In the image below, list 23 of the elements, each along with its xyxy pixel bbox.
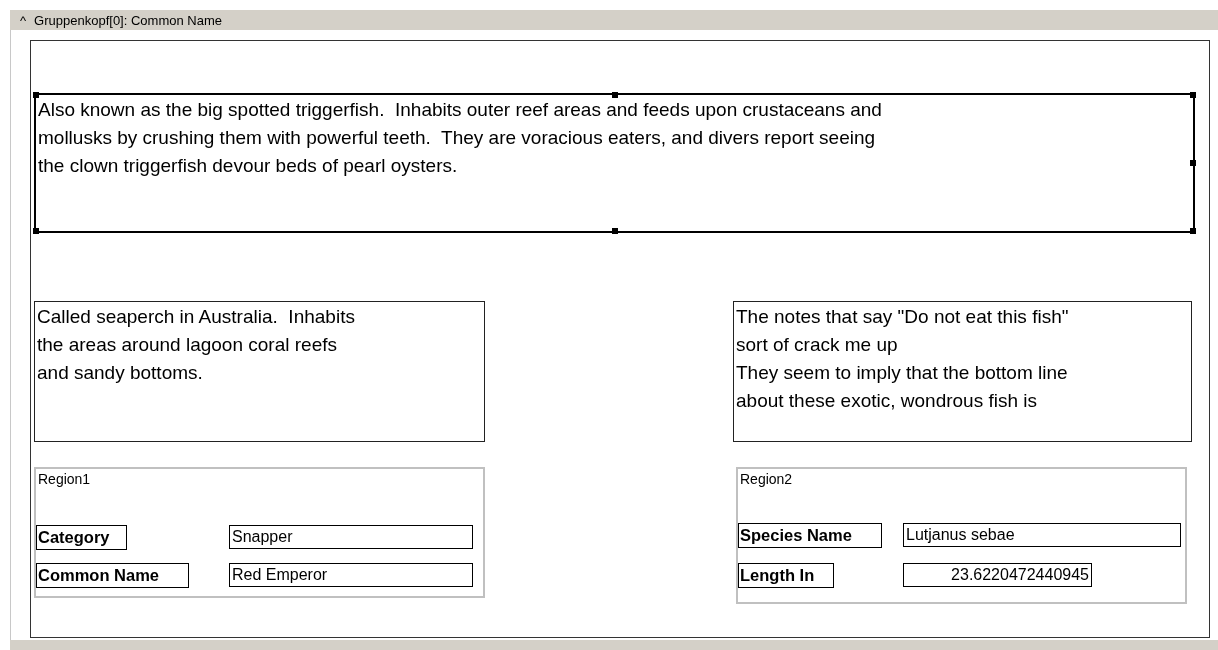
field-value[interactable]: Lutjanus sebae [903, 523, 1181, 547]
resize-handle[interactable] [1190, 160, 1196, 166]
field-label: Category [36, 525, 127, 550]
resize-handle[interactable] [1190, 92, 1196, 98]
field-value[interactable]: Red Emperor [229, 563, 473, 587]
resize-handle[interactable] [33, 228, 39, 234]
group-header-title: Gruppenkopf[0]: Common Name [34, 12, 222, 28]
text-box[interactable]: Called seaperch in Australia. Inhabits the areas around lagoon coral reefs and sandy bottoms. [34, 301, 485, 442]
group-header-bar[interactable]: ^ Gruppenkopf[0]: Common Name [10, 10, 1218, 30]
text-box[interactable]: Also known as the big spotted triggerfish. Inhabits outer reef areas and feeds upon crustaceans and mollusks by crushing them with powerful teeth. They are voracious eaters, and divers report seeing the clown triggerfish devour beds of pearl oysters. [34, 93, 1195, 233]
region-title: Region1 [38, 471, 91, 487]
field-label: Length In [738, 563, 834, 588]
field-value[interactable]: Snapper [229, 525, 473, 549]
resize-handle[interactable] [611, 92, 618, 98]
resize-handle[interactable] [33, 92, 39, 98]
collapse-caret[interactable]: ^ [20, 12, 27, 28]
resize-handle[interactable] [611, 228, 618, 234]
text-box[interactable]: The notes that say "Do not eat this fish" sort of crack me up They seem to imply that the bottom line about these exotic, wondrous fish is [733, 301, 1192, 442]
region-title: Region2 [740, 471, 793, 487]
field-label: Species Name [738, 523, 882, 548]
field-label: Common Name [36, 563, 189, 588]
field-value[interactable]: 23.6220472440945 [903, 563, 1092, 587]
resize-handle[interactable] [1190, 228, 1196, 234]
